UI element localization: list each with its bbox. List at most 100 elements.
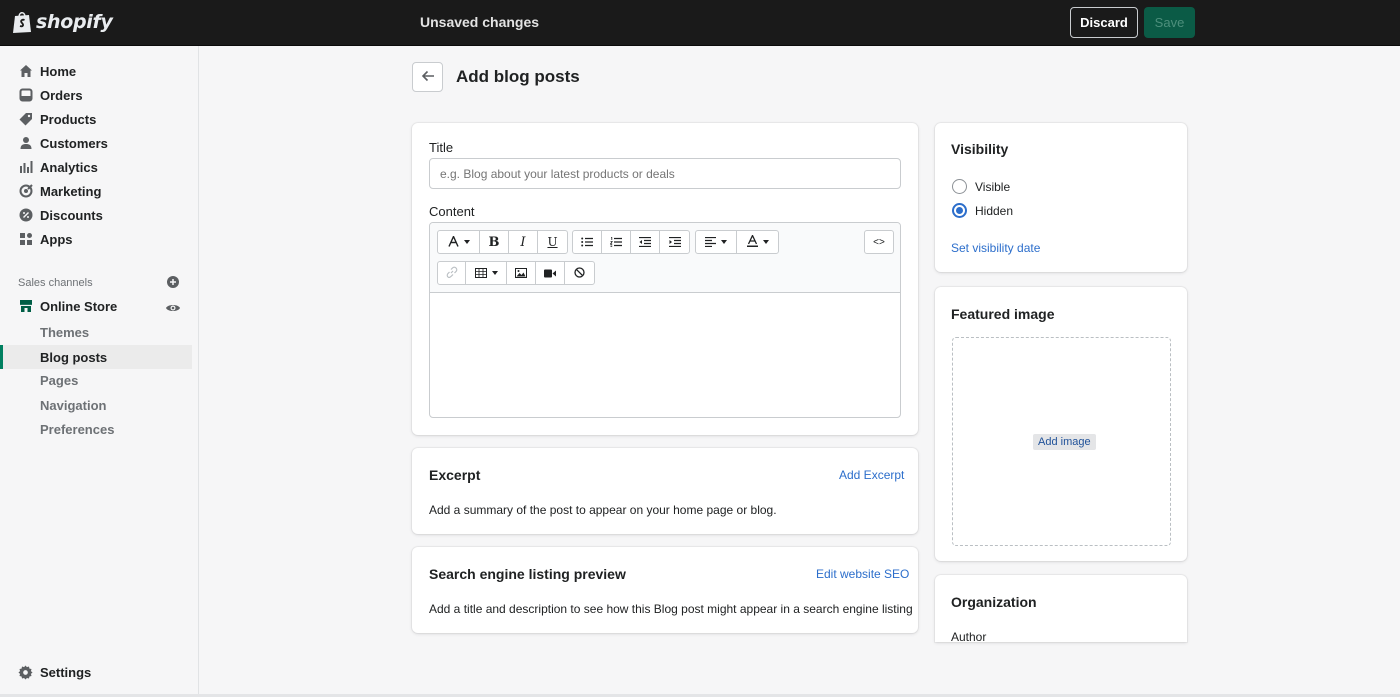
indent-icon bbox=[668, 235, 681, 250]
target-icon bbox=[18, 184, 33, 199]
visibility-heading: Visibility bbox=[951, 141, 1009, 157]
sidebar-subitem-pages[interactable]: Pages bbox=[0, 368, 192, 392]
excerpt-card: Excerpt Add Excerpt Add a summary of the… bbox=[412, 448, 918, 534]
sidebar-item-label: Online Store bbox=[40, 298, 118, 314]
sidebar-item-label: Settings bbox=[40, 664, 92, 680]
list-group bbox=[572, 230, 690, 254]
visibility-card: Visibility Visible Hidden Set visibility… bbox=[935, 123, 1187, 272]
outdent-icon bbox=[639, 235, 651, 250]
italic-icon: I bbox=[520, 234, 526, 250]
sidebar-item-orders[interactable]: Orders bbox=[0, 83, 192, 107]
sidebar-item-label: Home bbox=[40, 63, 77, 79]
sidebar-item-apps[interactable]: Apps bbox=[0, 227, 192, 251]
person-icon bbox=[18, 136, 33, 151]
discard-button[interactable]: Discard bbox=[1070, 7, 1138, 38]
insert-link-button[interactable] bbox=[438, 262, 466, 284]
shopify-logo[interactable]: shopify bbox=[12, 10, 113, 34]
sales-channels-heading: Sales channels bbox=[18, 277, 93, 289]
chevron-down-icon bbox=[762, 240, 769, 244]
home-icon bbox=[18, 64, 33, 79]
code-icon: <> bbox=[873, 236, 885, 248]
featured-image-card: Featured image Add image bbox=[935, 287, 1187, 561]
align-button[interactable] bbox=[696, 231, 737, 253]
sidebar-item-label: Customers bbox=[40, 135, 108, 151]
sidebar-item-products[interactable]: Products bbox=[0, 107, 192, 131]
bullet-list-icon bbox=[581, 235, 593, 250]
sidebar-item-home[interactable]: Home bbox=[0, 59, 192, 83]
font-icon bbox=[447, 234, 459, 250]
image-dropzone[interactable]: Add image bbox=[952, 337, 1171, 546]
sidebar-item-analytics[interactable]: Analytics bbox=[0, 155, 192, 179]
insert-image-button[interactable] bbox=[507, 262, 536, 284]
clear-formatting-button[interactable] bbox=[565, 262, 594, 284]
underline-button[interactable]: U bbox=[538, 231, 567, 253]
shopify-bag-icon bbox=[12, 10, 32, 34]
sidebar-item-discounts[interactable]: Discounts bbox=[0, 203, 192, 227]
table-icon bbox=[474, 266, 487, 281]
text-color-button[interactable] bbox=[737, 231, 778, 253]
bullet-list-button[interactable] bbox=[573, 231, 602, 253]
add-excerpt-link[interactable]: Add Excerpt bbox=[839, 468, 904, 482]
sidebar-item-label: Orders bbox=[40, 87, 83, 103]
set-visibility-date-link[interactable]: Set visibility date bbox=[951, 241, 1040, 255]
insert-group bbox=[437, 261, 595, 285]
author-label: Author bbox=[951, 630, 987, 644]
html-view-button[interactable]: <> bbox=[865, 231, 893, 253]
sidebar-item-settings[interactable]: Settings bbox=[0, 660, 192, 684]
sidebar-item-online-store[interactable]: Online Store bbox=[0, 294, 192, 318]
top-bar: shopify Unsaved changes Discard Save bbox=[0, 0, 1400, 46]
bold-button[interactable]: B bbox=[480, 231, 509, 253]
indent-button[interactable] bbox=[660, 231, 689, 253]
store-icon bbox=[18, 299, 33, 314]
organization-card: Organization Author bbox=[935, 575, 1187, 644]
sidebar-subitem-preferences[interactable]: Preferences bbox=[0, 417, 192, 441]
add-channel-icon[interactable] bbox=[166, 275, 180, 289]
page-title: Add blog posts bbox=[456, 67, 580, 86]
text-color-icon bbox=[746, 233, 758, 250]
content-label: Content bbox=[429, 204, 475, 219]
eye-icon[interactable] bbox=[165, 300, 181, 316]
sidebar-item-marketing[interactable]: Marketing bbox=[0, 179, 192, 203]
sidebar-item-customers[interactable]: Customers bbox=[0, 131, 192, 155]
chevron-down-icon bbox=[491, 271, 498, 275]
align-left-icon bbox=[705, 235, 716, 250]
clear-format-icon bbox=[574, 266, 585, 281]
sidebar-subitem-blog-posts[interactable]: Blog posts bbox=[0, 345, 192, 369]
sidebar-item-label: Products bbox=[40, 111, 97, 127]
sidebar-subitem-themes[interactable]: Themes bbox=[0, 320, 192, 344]
title-label: Title bbox=[429, 140, 454, 155]
sidebar-item-label: Analytics bbox=[40, 159, 98, 175]
underline-icon: U bbox=[547, 235, 558, 249]
edit-seo-link[interactable]: Edit website SEO bbox=[816, 567, 909, 581]
insert-table-button[interactable] bbox=[466, 262, 507, 284]
sidebar-subitem-navigation[interactable]: Navigation bbox=[0, 393, 192, 417]
title-input[interactable] bbox=[429, 158, 901, 189]
logo-wordmark: shopify bbox=[36, 11, 113, 33]
chevron-down-icon bbox=[463, 240, 470, 244]
sidebar-item-label: Discounts bbox=[40, 207, 103, 223]
save-button[interactable]: Save bbox=[1144, 7, 1195, 38]
font-format-button[interactable] bbox=[438, 231, 480, 253]
add-image-button[interactable]: Add image bbox=[1033, 434, 1096, 450]
apps-icon bbox=[18, 232, 33, 247]
arrow-left-icon bbox=[421, 69, 435, 86]
rich-text-editor: B I U <> bbox=[429, 222, 901, 418]
back-button[interactable] bbox=[412, 62, 443, 92]
visible-radio[interactable] bbox=[952, 179, 967, 194]
seo-heading: Search engine listing preview bbox=[429, 566, 626, 582]
bold-icon: B bbox=[488, 234, 500, 250]
insert-video-button[interactable] bbox=[536, 262, 565, 284]
gear-icon bbox=[18, 664, 33, 680]
discount-icon bbox=[18, 208, 33, 223]
outdent-button[interactable] bbox=[631, 231, 660, 253]
numbered-list-button[interactable] bbox=[602, 231, 631, 253]
orders-icon bbox=[18, 88, 33, 103]
video-icon bbox=[544, 266, 556, 281]
organization-heading: Organization bbox=[951, 594, 1037, 610]
italic-button[interactable]: I bbox=[509, 231, 538, 253]
editor-content-area[interactable] bbox=[430, 294, 900, 417]
featured-image-heading: Featured image bbox=[951, 306, 1055, 322]
unsaved-changes-label: Unsaved changes bbox=[420, 14, 540, 30]
hidden-radio[interactable] bbox=[952, 203, 967, 218]
align-color-group bbox=[695, 230, 779, 254]
